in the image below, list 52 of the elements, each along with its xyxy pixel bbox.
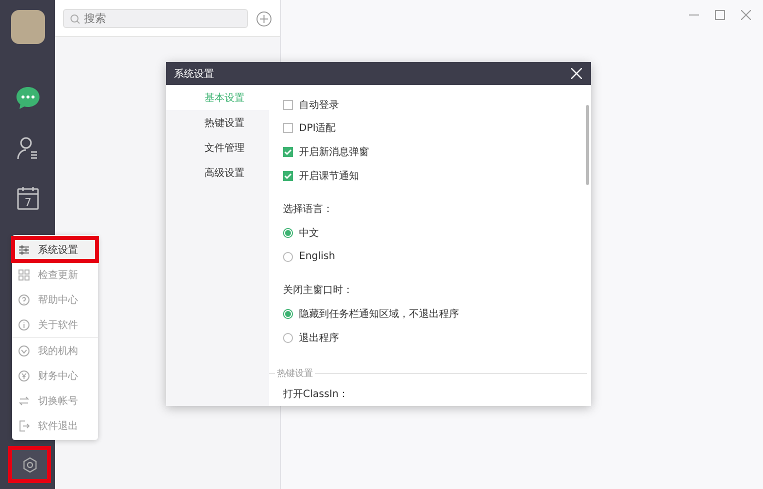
setting-heading: 打开ClassIn： (283, 388, 350, 402)
checkbox-label: 自动登录 (299, 98, 339, 112)
scrollbar[interactable] (586, 105, 589, 185)
settings-button[interactable] (8, 446, 51, 483)
maximize-icon[interactable] (715, 10, 725, 20)
setting-heading: 选择语言： (283, 202, 334, 218)
menu-item[interactable]: 检查更新 (12, 262, 98, 287)
avatar[interactable] (10, 10, 44, 44)
exit-icon (18, 420, 30, 432)
yen-icon (18, 370, 30, 382)
settings-icon[interactable] (22, 456, 38, 472)
menu-item[interactable]: 系统设置 (12, 237, 98, 262)
menu-item[interactable]: 关于软件 (12, 312, 98, 338)
radio-button[interactable] (283, 332, 293, 343)
search-icon (70, 14, 80, 24)
nav-tab[interactable]: 文件管理 (166, 135, 269, 160)
menu-item[interactable]: 帮助中心 (12, 287, 98, 312)
checkbox[interactable] (283, 170, 293, 181)
menu-item[interactable]: 软件退出 (12, 413, 98, 438)
close-icon[interactable] (741, 10, 751, 20)
radio-label: 隐藏到任务栏通知区域，不退出程序 (299, 308, 459, 321)
dialog-title: 系统设置 (174, 68, 214, 80)
nav-tab[interactable]: 高级设置 (166, 160, 269, 185)
section-title: 热键设置 (276, 368, 314, 380)
sliders-icon (18, 244, 30, 256)
nav-tab[interactable]: 热键设置 (166, 110, 269, 135)
checkbox-label: 开启课节通知 (299, 170, 359, 183)
info-icon (18, 318, 30, 330)
radio-button[interactable] (283, 252, 293, 262)
menu-item[interactable]: 我的机构 (12, 338, 98, 363)
swap-arrows-icon (18, 394, 30, 406)
radio-label: 中文 (299, 226, 319, 240)
radio-button[interactable] (283, 308, 293, 319)
radio-label: English (299, 251, 336, 262)
radio-button[interactable] (283, 228, 293, 238)
help-icon (18, 294, 30, 306)
chat-icon[interactable] (14, 84, 42, 112)
checkbox-label: 开启新消息弹窗 (299, 146, 369, 160)
search-field[interactable]: 搜索 (63, 9, 248, 28)
checkbox[interactable] (283, 123, 293, 134)
checkbox[interactable] (283, 147, 293, 158)
chevron-circle-icon (18, 344, 30, 356)
checkbox[interactable] (283, 100, 293, 110)
radio-label: 退出程序 (299, 332, 339, 345)
close-button[interactable] (569, 66, 583, 80)
checkbox-label: DPI适配 (299, 122, 336, 136)
menu-item[interactable]: 切换帐号 (12, 388, 98, 413)
menu-item[interactable]: 财务中心 (12, 363, 98, 388)
setting-heading: 关闭主窗口时： (283, 284, 354, 298)
grid-icon (18, 268, 30, 280)
nav-tab[interactable]: 基本设置 (166, 85, 269, 110)
add-icon[interactable] (256, 10, 272, 26)
